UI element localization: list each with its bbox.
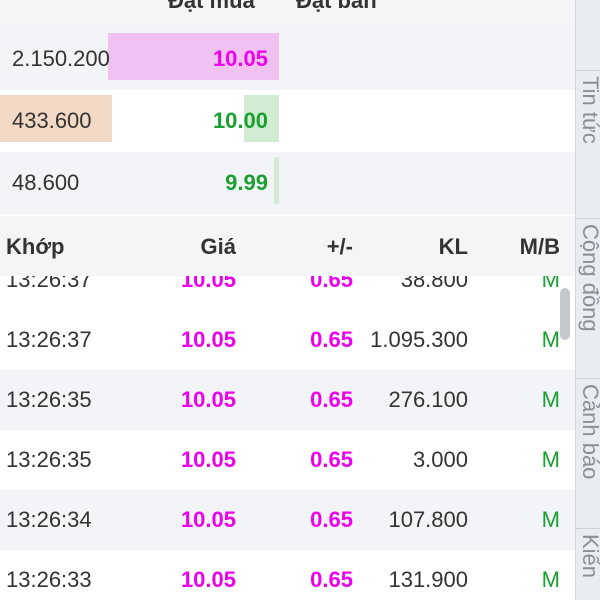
trade-price: 10.05	[180, 387, 236, 412]
ask-header: Đặt bán	[296, 0, 377, 13]
trade-change: 0.65	[310, 327, 353, 352]
tab-community[interactable]: Cộng đồng	[576, 218, 600, 379]
price-column-header: Giá	[200, 234, 236, 259]
trade-price: 10.05	[180, 327, 236, 352]
trade-change: 0.65	[310, 567, 353, 592]
matched-trades-panel[interactable]: Khớp Giá +/- KL M/B 13:26:37 10.05 0.65 …	[0, 216, 575, 600]
trade-volume: 3.000	[412, 447, 468, 472]
time-column-header: Khớp	[6, 234, 65, 259]
trade-side: M	[541, 567, 560, 592]
trade-price: 10.05	[180, 567, 236, 592]
trade-price: 10.05	[180, 447, 236, 472]
trade-time: 13:26:34	[6, 507, 92, 532]
trade-volume: 276.100	[388, 387, 468, 412]
tab-alerts-label: Cảnh báo	[578, 384, 600, 480]
side-tab-bar: list Tin tức Cộng đồng Cảnh báo Kiến	[575, 0, 600, 600]
tab-alerts[interactable]: Cảnh báo	[576, 378, 600, 529]
order-book-row[interactable]: 2.150.200 10.05	[0, 28, 575, 90]
trade-row: 13:26:33 10.05 0.65 131.900 M	[0, 550, 575, 600]
volume-column-header: KL	[438, 234, 468, 259]
trades-header: Khớp Giá +/- KL M/B	[0, 216, 575, 276]
bid-volume: 433.600	[12, 108, 92, 133]
trade-time: 13:26:33	[6, 567, 92, 592]
tab-knowledge-label: Kiến	[578, 534, 600, 579]
trade-volume: 131.900	[388, 567, 468, 592]
side-column-header: M/B	[519, 234, 560, 259]
trade-row: 13:26:35 10.05 0.65 3.000 M	[0, 430, 575, 490]
trade-row: 13:26:35 10.05 0.65 276.100 M	[0, 370, 575, 430]
trade-change: 0.65	[310, 387, 353, 412]
order-book-row[interactable]: 48.600 9.99	[0, 152, 575, 214]
trade-volume: 107.800	[388, 507, 468, 532]
tab-news-label: Tin tức	[578, 76, 600, 144]
trade-time: 13:26:37	[6, 327, 92, 352]
tab-news[interactable]: Tin tức	[576, 70, 600, 219]
bid-volume: 48.600	[12, 170, 80, 195]
tab-community-label: Cộng đồng	[578, 224, 600, 332]
trade-volume: 1.095.300	[370, 327, 468, 352]
bid-volume-bar	[274, 157, 279, 204]
bid-header: Đặt mua	[168, 0, 255, 13]
order-book: Đặt mua Đặt bán 2.150.200 10.05 433.600 …	[0, 0, 575, 214]
order-book-row[interactable]: 433.600 10.00	[0, 90, 575, 152]
trade-price: 10.05	[180, 507, 236, 532]
bid-price: 10.05	[212, 46, 268, 71]
trade-time: 13:26:35	[6, 387, 92, 412]
trade-side: M	[541, 507, 560, 532]
trade-side: M	[541, 327, 560, 352]
trade-change: 0.65	[310, 447, 353, 472]
trade-row: 13:26:37 10.05 0.65 1.095.300 M	[0, 310, 575, 370]
bid-price: 10.00	[212, 108, 268, 133]
trade-change: 0.65	[310, 507, 353, 532]
change-column-header: +/-	[326, 234, 353, 259]
order-book-header: Đặt mua Đặt bán	[0, 0, 575, 28]
trade-time: 13:26:35	[6, 447, 92, 472]
trade-row: 13:26:34 10.05 0.65 107.800 M	[0, 490, 575, 550]
bid-price: 9.99	[225, 170, 268, 195]
trade-side: M	[541, 447, 560, 472]
trades-scrollbar[interactable]	[560, 288, 570, 340]
tab-list[interactable]: list	[576, 0, 600, 71]
tab-knowledge[interactable]: Kiến	[576, 528, 600, 600]
bid-volume: 2.150.200	[12, 46, 110, 71]
trade-side: M	[541, 387, 560, 412]
